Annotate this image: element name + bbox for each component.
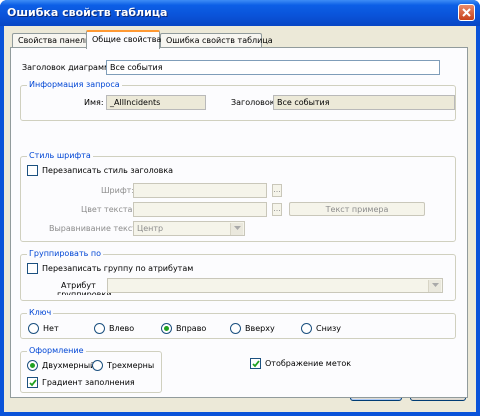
override-title-style-label: Перезаписать стиль заголовка (42, 166, 174, 175)
legend-top-label: Вверху (245, 324, 275, 333)
dialog-client-area: Свойства панели Общие свойства Ошибка св… (4, 26, 476, 412)
tab-table-error-properties[interactable]: Ошибка свойств таблица (160, 33, 273, 48)
override-group-by-label: Перезаписать группу по атрибутам (42, 264, 194, 273)
close-icon (462, 8, 471, 17)
legend-right-label: Вправо (176, 324, 207, 333)
appearance-group: Оформление Двухмерный Трехмерны Градиент… (20, 346, 162, 393)
color-browse-button[interactable]: ... (272, 203, 282, 216)
font-field (133, 183, 267, 198)
appearance-2d-label: Двухмерный (42, 361, 96, 370)
font-style-group: Стиль шрифта Перезаписать стиль заголовк… (20, 151, 456, 242)
chart-title-label: Заголовок диаграмм (22, 63, 111, 72)
font-label: Шрифт: (101, 186, 135, 195)
tab-label: Ошибка свойств таблица (166, 36, 273, 45)
appearance-3d-radio[interactable] (92, 360, 103, 371)
group-title: Информация запроса (27, 80, 122, 89)
text-color-field (133, 202, 267, 217)
fill-gradient-checkbox[interactable] (27, 377, 38, 388)
fill-gradient-label: Градиент заполнения (42, 378, 135, 387)
query-info-group: Информация запроса Имя: _AllIncidents За… (20, 80, 456, 121)
show-labels-label: Отображение меток (265, 359, 352, 368)
chart-title-input[interactable]: Все события (106, 60, 440, 75)
text-align-select[interactable]: Центр (133, 221, 245, 236)
legend-none-label: Нет (43, 324, 59, 333)
font-browse-button[interactable]: ... (272, 184, 282, 197)
appearance-3d-label: Трехмерны (107, 361, 155, 370)
group-attribute-label-line2: группировки (57, 290, 112, 295)
tab-label: Свойства панели (18, 36, 91, 45)
override-group-by-checkbox[interactable] (27, 263, 38, 274)
show-labels-checkbox[interactable] (250, 358, 261, 369)
group-by-group: Группировать по Перезаписать группу по а… (20, 249, 456, 301)
group-attribute-label: Атрибут (61, 281, 96, 290)
checkmark-icon (29, 379, 37, 387)
checkmark-icon (252, 360, 260, 368)
appearance-2d-radio[interactable] (27, 360, 38, 371)
legend-left-radio[interactable] (94, 323, 105, 334)
name-field: _AllIncidents (106, 95, 206, 110)
text-align-value: Центр (137, 224, 164, 233)
chevron-down-icon (230, 223, 243, 235)
tab-general-properties[interactable]: Общие свойства (86, 30, 162, 49)
tab-label: Общие свойства (92, 35, 162, 44)
window-title: Ошибка свойств таблица (7, 6, 168, 19)
chevron-down-icon (428, 280, 441, 292)
heading-field: Все события (273, 95, 455, 110)
group-title: Группировать по (27, 249, 103, 258)
legend-group: Ключ Нет Влево Вправо Вверху Снизу (20, 308, 456, 339)
group-attribute-select[interactable] (107, 278, 443, 293)
dialog-window: Ошибка свойств таблица Свойства панели О… (0, 0, 480, 416)
legend-none-radio[interactable] (28, 323, 39, 334)
group-title: Стиль шрифта (27, 151, 93, 160)
close-button[interactable] (458, 4, 475, 21)
heading-label: Заголовок: (231, 98, 278, 107)
tab-panel-properties[interactable]: Свойства панели (12, 33, 91, 48)
sample-text-button[interactable]: Текст примера (289, 202, 425, 216)
title-bar[interactable]: Ошибка свойств таблица (0, 0, 480, 26)
legend-bottom-label: Снизу (316, 324, 342, 333)
legend-bottom-radio[interactable] (301, 323, 312, 334)
legend-top-radio[interactable] (230, 323, 241, 334)
group-title: Ключ (27, 308, 54, 317)
tab-content-panel: Заголовок диаграмм Все события Информаци… (10, 47, 468, 398)
group-title: Оформление (27, 346, 86, 355)
legend-right-radio[interactable] (161, 323, 172, 334)
legend-left-label: Влево (109, 324, 135, 333)
override-title-style-checkbox[interactable] (27, 165, 38, 176)
text-align-label: Выравнивание текста: (49, 224, 145, 233)
name-label: Имя: (84, 98, 104, 107)
text-color-label: Цвет текста: (81, 205, 136, 214)
